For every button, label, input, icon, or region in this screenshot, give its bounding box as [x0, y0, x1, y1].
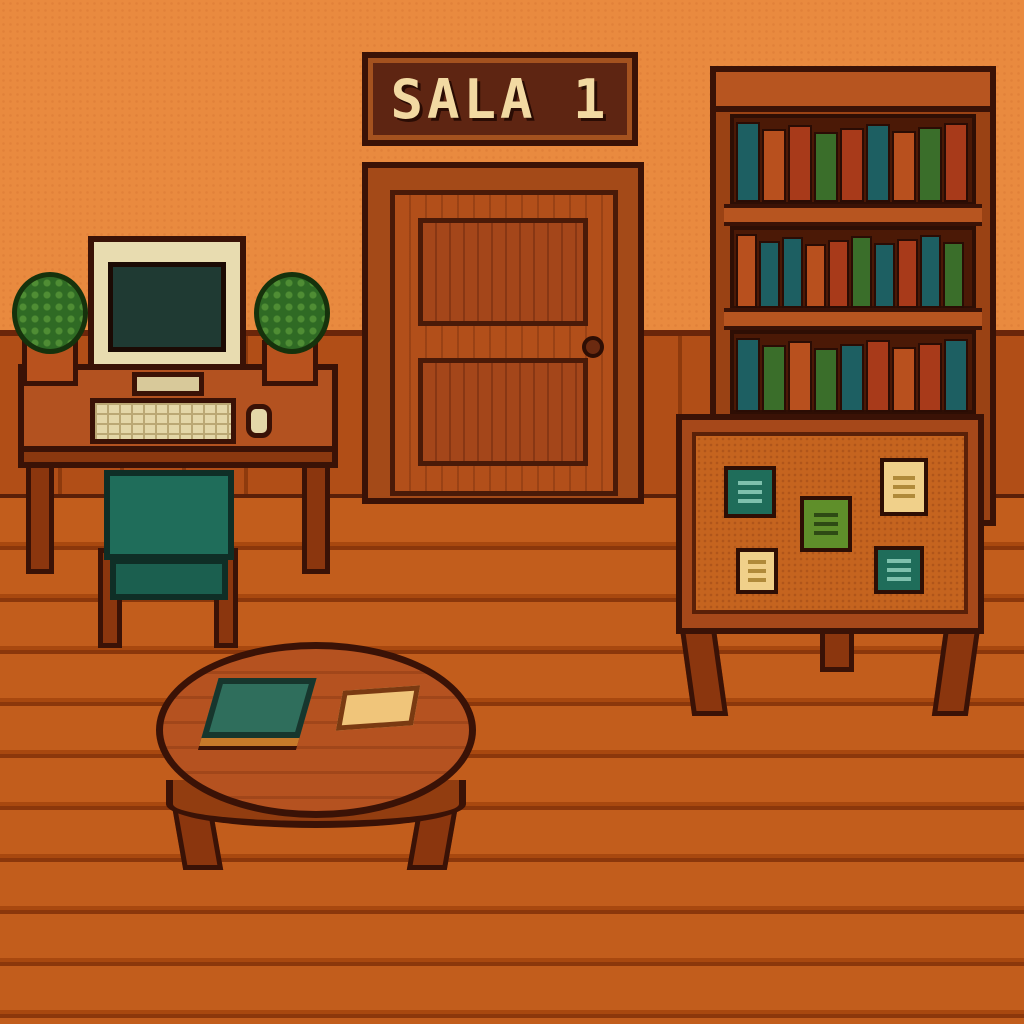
- note-line: [813, 531, 839, 535]
- door-knob[interactable]: [582, 336, 604, 358]
- pinned-note[interactable]: [800, 496, 852, 552]
- game-scene: SALA 1: [0, 0, 1024, 1024]
- potted-plant-right[interactable]: [254, 272, 330, 354]
- book-spine[interactable]: [920, 235, 941, 308]
- book-spine[interactable]: [805, 244, 826, 308]
- book-spine[interactable]: [736, 122, 760, 202]
- book-spine[interactable]: [918, 127, 942, 202]
- pinned-note[interactable]: [874, 546, 924, 594]
- pinned-note[interactable]: [736, 548, 778, 594]
- bookshelf-plank: [724, 308, 982, 330]
- book-spine[interactable]: [814, 132, 838, 202]
- book-spine[interactable]: [759, 241, 780, 308]
- chair-backrest[interactable]: [104, 470, 234, 560]
- note-line: [893, 485, 915, 489]
- desk-leg-right: [302, 462, 330, 574]
- book-spine[interactable]: [736, 338, 760, 412]
- book-spine[interactable]: [828, 240, 849, 308]
- chair-seat[interactable]: [110, 558, 228, 600]
- book-spine[interactable]: [918, 343, 942, 412]
- book-on-table[interactable]: [201, 678, 317, 738]
- pinned-note[interactable]: [880, 458, 928, 516]
- book-spine[interactable]: [851, 236, 872, 308]
- mouse[interactable]: [246, 404, 272, 438]
- note-line: [893, 494, 915, 498]
- note-line: [737, 481, 763, 485]
- book-spine[interactable]: [814, 348, 838, 412]
- potted-plant-left[interactable]: [12, 272, 88, 354]
- keyboard[interactable]: [90, 398, 236, 444]
- monitor-screen[interactable]: [108, 262, 226, 352]
- book-spine[interactable]: [782, 237, 803, 308]
- note-line: [813, 513, 839, 517]
- book-spine[interactable]: [892, 347, 916, 412]
- board-leg-middle: [820, 628, 854, 672]
- door-lower-panel: [418, 358, 588, 466]
- paper-on-table[interactable]: [335, 685, 421, 731]
- book-spine[interactable]: [944, 123, 968, 202]
- book-spine[interactable]: [943, 242, 964, 308]
- note-line: [747, 569, 767, 573]
- note-line: [893, 476, 915, 480]
- note-line: [737, 490, 763, 494]
- pinned-note[interactable]: [724, 466, 776, 518]
- monitor-stand: [132, 372, 204, 396]
- note-line: [747, 560, 767, 564]
- note-line: [887, 559, 911, 563]
- note-line: [813, 522, 839, 526]
- bookshelf-top: [710, 66, 996, 112]
- book-spine[interactable]: [840, 128, 864, 202]
- book-spine[interactable]: [874, 243, 895, 308]
- book-spine[interactable]: [866, 124, 890, 202]
- book-spine[interactable]: [866, 340, 890, 412]
- room-sign: SALA 1: [362, 52, 638, 146]
- book-spine[interactable]: [788, 125, 812, 202]
- note-line: [737, 499, 763, 503]
- note-line: [747, 578, 767, 582]
- book-spine[interactable]: [897, 239, 918, 308]
- desk-edge: [18, 446, 338, 468]
- book-spine[interactable]: [788, 341, 812, 412]
- note-line: [887, 568, 911, 572]
- book-spine[interactable]: [944, 339, 968, 412]
- book-spine[interactable]: [892, 131, 916, 202]
- note-line: [887, 577, 911, 581]
- door-upper-panel: [418, 218, 588, 326]
- book-spine[interactable]: [762, 345, 786, 412]
- bookshelf-plank: [724, 204, 982, 226]
- book-spine[interactable]: [736, 234, 757, 308]
- room-sign-label: SALA 1: [390, 67, 610, 131]
- book-spine[interactable]: [762, 129, 786, 202]
- desk-leg-left: [26, 462, 54, 574]
- book-spine[interactable]: [840, 344, 864, 412]
